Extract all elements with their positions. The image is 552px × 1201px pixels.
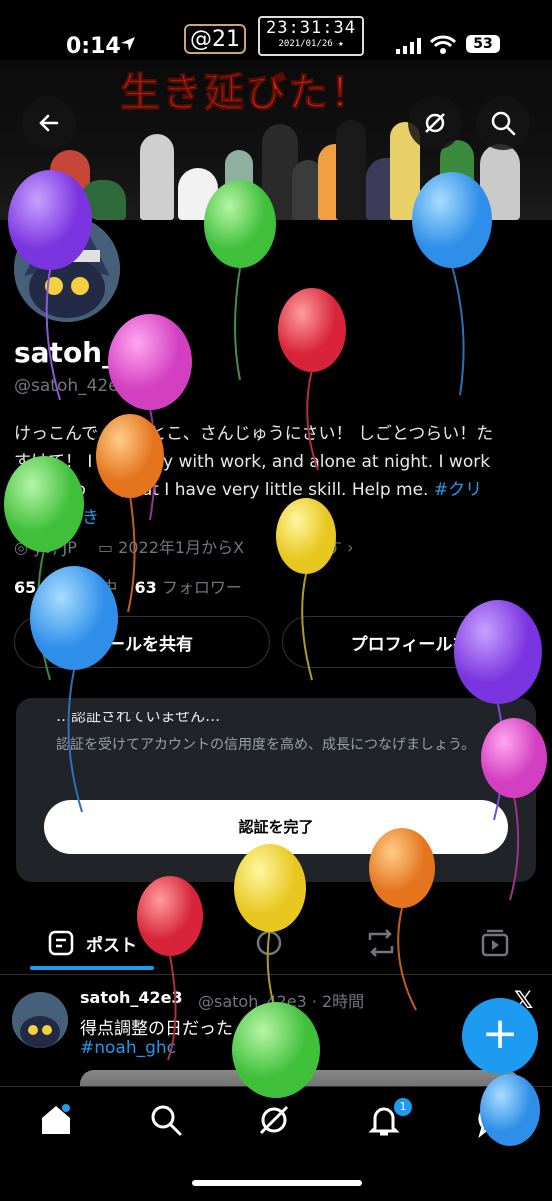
bio-line: すけて！ I usy with work, and alone at night… xyxy=(14,452,491,472)
location-arrow-icon xyxy=(121,37,135,51)
location-icon: ◎ xyxy=(14,538,28,557)
media-tab-icon[interactable] xyxy=(480,928,510,958)
verification-title: …認証されていません… xyxy=(56,712,221,724)
verification-card xyxy=(16,698,536,882)
grok-icon[interactable] xyxy=(256,1102,292,1138)
post-meta: @satoh_42e3 · 2時間 xyxy=(198,992,365,1011)
messages-icon[interactable] xyxy=(478,1102,514,1138)
search-icon[interactable] xyxy=(148,1102,184,1138)
post-avatar-image xyxy=(12,992,68,1048)
followers-label: フォロワー xyxy=(161,578,242,597)
back-arrow-icon xyxy=(39,114,59,132)
tab-posts[interactable]: ポスト xyxy=(48,930,137,956)
status-time: 0:14 xyxy=(66,34,121,59)
bio-line: eo , but I have very little skill. Help … xyxy=(14,480,429,500)
profile-joined-tail: ています xyxy=(278,538,343,557)
replies-icon[interactable] xyxy=(254,928,284,958)
posts-tab-icon xyxy=(48,930,74,956)
compose-button[interactable]: + xyxy=(462,998,538,1074)
follow-stats[interactable]: 65 中 63 フォロワー xyxy=(14,574,242,598)
tab-posts-label: ポスト xyxy=(86,935,137,956)
verification-description: 認証を受けてアカウントの信用度を高め、成長につなげましょう。 xyxy=(56,737,476,753)
calendar-icon: ▭ xyxy=(97,538,114,557)
active-tab-indicator xyxy=(30,966,154,970)
clock-time: 23:31:34 xyxy=(266,18,356,38)
following-count: 65 xyxy=(14,578,37,597)
grok-icon xyxy=(425,113,445,133)
wifi-icon xyxy=(430,35,456,54)
notification-badge: 1 xyxy=(394,1098,412,1116)
avatar-image xyxy=(14,216,120,322)
chevron-right-icon[interactable]: › xyxy=(347,538,353,557)
home-icon[interactable] xyxy=(38,1102,74,1138)
home-indicator xyxy=(192,1180,362,1186)
search-icon xyxy=(491,111,516,136)
post-avatar[interactable] xyxy=(12,992,68,1048)
search-button[interactable] xyxy=(476,96,530,150)
profile-location: yo, JP xyxy=(33,538,77,557)
profile-name: satoh_ xyxy=(14,336,117,369)
profile-bio: けっこんで おとこ、さんじゅうにさい！ しごとつらい！た すけて！ I usy … xyxy=(14,420,540,532)
compose-plus-icon: + xyxy=(481,1008,519,1059)
profile-meta: ◎ yo, JP ▭ 2022年1月からX ています › xyxy=(14,534,354,558)
following-label: 中 xyxy=(101,578,118,597)
profile-avatar[interactable] xyxy=(10,212,124,326)
complete-verification-button[interactable]: 認証を完了 xyxy=(44,800,508,854)
clock-widget: 23:31:34 2021/01/26 ★ xyxy=(258,16,364,56)
bio-line-3: eo , but I have very little skill. Help … xyxy=(14,476,540,504)
status-badge: @21 xyxy=(184,24,246,54)
followers-count: 63 xyxy=(134,578,157,597)
edit-profile-button[interactable]: プロフィールを xyxy=(282,616,538,668)
post-hashtag[interactable]: #noah_ghc xyxy=(80,1038,176,1058)
battery-indicator: 53 xyxy=(466,35,500,53)
reposts-icon[interactable] xyxy=(364,928,398,958)
bio-line: けっこんで おとこ、さんじゅうにさい！ しごとつらい！た xyxy=(14,424,494,444)
share-profile-button[interactable]: ィールを共有 xyxy=(14,616,270,668)
bio-hashtag-continuation[interactable]: きーさすき xyxy=(14,504,540,532)
post-author-name[interactable]: satoh_42e3 xyxy=(80,988,183,1007)
grok-button[interactable] xyxy=(408,96,462,150)
profile-handle: @satoh_42e xyxy=(14,376,119,396)
banner-title: 生き延びた！ xyxy=(120,70,372,117)
bio-hashtag[interactable]: #クリ xyxy=(434,480,482,500)
post-text: 得点調整の日だった xyxy=(80,1019,233,1039)
profile-joined: 2022年1月からX xyxy=(118,538,245,557)
back-button[interactable] xyxy=(22,96,76,150)
clock-date: 2021/01/26 ★ xyxy=(278,39,344,49)
signal-icon xyxy=(396,38,421,54)
